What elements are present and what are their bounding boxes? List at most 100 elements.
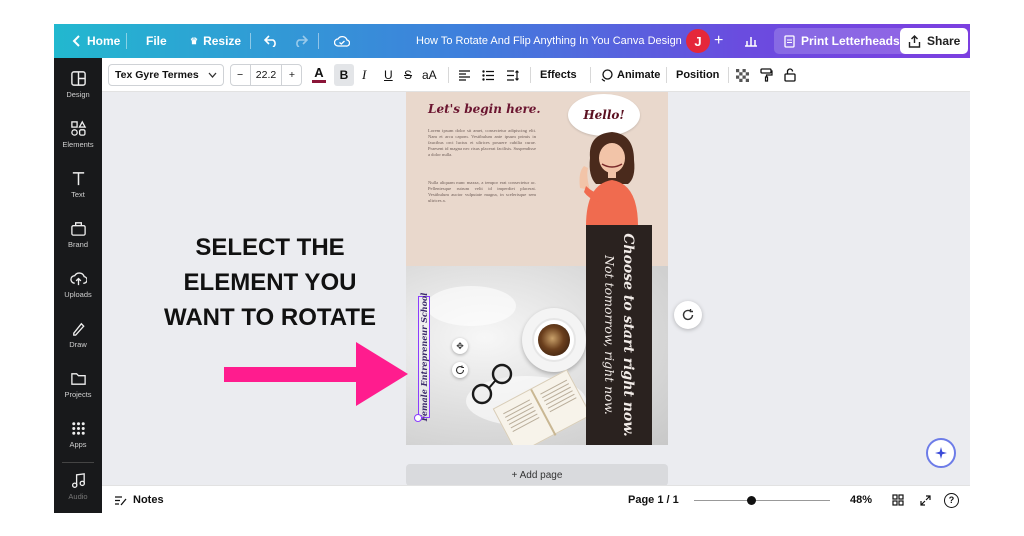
undo-icon <box>264 35 276 47</box>
letter-case-label: aA <box>422 68 437 82</box>
magic-assistant-button[interactable] <box>926 438 956 468</box>
color-swatch <box>312 80 326 83</box>
effects-button[interactable]: Effects <box>540 58 577 92</box>
selected-text-element[interactable]: Female Entrepreneur School <box>418 293 430 421</box>
design-page[interactable]: Let's begin here. Lorem ipsum dolor sit … <box>406 92 668 445</box>
grid-view-icon <box>892 494 904 506</box>
chevron-left-icon <box>72 35 80 47</box>
sidebar-item-audio[interactable]: Audio <box>54 472 102 512</box>
divider <box>250 33 251 49</box>
bold-button[interactable]: B <box>334 64 354 86</box>
rotate-icon <box>455 365 465 375</box>
transparency-button[interactable] <box>736 58 749 92</box>
print-label: Print Letterheads <box>801 34 900 48</box>
position-button[interactable]: Position <box>676 58 719 92</box>
strikethrough-label: S <box>404 68 413 82</box>
heading-text[interactable]: Let's begin here. <box>428 102 541 116</box>
italic-label: I <box>362 67 367 82</box>
font-size-stepper[interactable]: − 22.2 + <box>230 58 302 92</box>
font-size-input[interactable]: 22.2 <box>249 64 283 86</box>
expand-icon <box>920 494 931 506</box>
sidebar-item-label: Design <box>66 90 90 99</box>
underline-label: U <box>384 68 393 82</box>
decrease-size-button[interactable]: − <box>231 69 249 81</box>
divider <box>590 67 591 83</box>
rotate-handle[interactable] <box>452 362 468 378</box>
sidebar-item-projects[interactable]: Projects <box>54 370 102 410</box>
file-menu[interactable]: File <box>146 24 167 58</box>
sidebar-item-brand[interactable]: Brand <box>54 220 102 260</box>
user-avatar[interactable]: J <box>686 24 710 58</box>
sidebar-item-uploads[interactable]: Uploads <box>54 270 102 310</box>
redo-button[interactable] <box>294 24 308 58</box>
animate-button[interactable]: Animate <box>600 58 660 92</box>
coffee-cup <box>522 308 586 372</box>
fullscreen-button[interactable] <box>920 486 931 513</box>
sidebar-item-design[interactable]: Design <box>54 70 102 110</box>
notes-button[interactable]: Notes <box>114 486 164 513</box>
align-button[interactable] <box>458 58 471 92</box>
page-indicator[interactable]: Page 1 / 1 <box>628 486 679 513</box>
spacing-button[interactable] <box>506 58 520 92</box>
cloud-save-status[interactable] <box>334 24 350 58</box>
increase-size-button[interactable]: + <box>283 69 301 81</box>
help-icon: ? <box>944 492 959 508</box>
zoom-value[interactable]: 48% <box>850 486 872 513</box>
sidebar-item-text[interactable]: Text <box>54 170 102 210</box>
move-handle[interactable]: ✥ <box>452 338 468 354</box>
document-title[interactable]: How To Rotate And Flip Anything In You C… <box>416 24 682 58</box>
share-button[interactable]: Share <box>900 24 969 58</box>
list-button[interactable] <box>482 58 495 92</box>
pointer-arrow <box>224 342 408 406</box>
letter-case-button[interactable]: aA <box>422 58 437 92</box>
zoom-slider[interactable] <box>694 486 830 513</box>
grid-view-button[interactable] <box>892 486 904 513</box>
unlock-icon <box>784 68 796 82</box>
font-family-select[interactable]: Tex Gyre Termes <box>108 58 224 92</box>
strikethrough-button[interactable]: S <box>404 58 412 92</box>
instruction-line: SELECT THE <box>195 234 345 261</box>
sparkle-icon <box>935 447 947 459</box>
undo-button[interactable] <box>264 24 278 58</box>
sidebar-item-label: Apps <box>69 440 87 449</box>
zoom-knob[interactable] <box>746 495 756 505</box>
share-icon <box>908 34 921 48</box>
notes-label: Notes <box>133 494 164 506</box>
refresh-design-button[interactable] <box>674 301 702 329</box>
instruction-line: ELEMENT YOU <box>183 269 357 296</box>
left-sidebar: Design Elements Text Brand Uploads Draw … <box>54 58 102 513</box>
folder-icon <box>70 373 86 385</box>
sidebar-item-elements[interactable]: Elements <box>54 120 102 160</box>
resize-handle[interactable] <box>414 414 422 422</box>
divider <box>448 67 449 83</box>
body-paragraph[interactable]: Lorem ipsum dolor sit amet, consectetur … <box>428 128 536 158</box>
sidebar-item-draw[interactable]: Draw <box>54 320 102 360</box>
print-letterheads-button[interactable]: Print Letterheads <box>774 24 910 58</box>
insights-button[interactable] <box>744 24 758 58</box>
copy-style-button[interactable] <box>760 58 773 92</box>
home-button[interactable]: Home <box>72 24 120 58</box>
crown-icon: ♛ <box>190 35 199 46</box>
line-spacing-icon <box>507 69 519 81</box>
plus-icon: + <box>714 32 724 49</box>
quote-panel[interactable]: Choose to start right now. Not tomorrow,… <box>586 225 652 445</box>
speech-bubble-text: Hello! <box>583 108 625 122</box>
text-color-button[interactable]: A <box>312 58 326 92</box>
top-bar: Home File ♛ Resize How To Rotate And Fli… <box>54 24 970 58</box>
underline-button[interactable]: U <box>384 58 393 92</box>
sidebar-item-label: Elements <box>62 140 94 149</box>
shapes-icon <box>70 120 86 136</box>
grid-icon <box>71 422 85 435</box>
resize-button[interactable]: ♛ Resize <box>190 24 241 58</box>
body-paragraph[interactable]: Nulla aliquam nunc mazza, a tempor erat … <box>428 180 536 204</box>
add-page-button[interactable]: + Add page <box>406 464 668 486</box>
lock-button[interactable] <box>784 58 796 92</box>
quote-line-2: Not tomorrow, right now. <box>602 255 617 415</box>
add-collaborator-button[interactable]: + <box>714 24 723 58</box>
quote-text[interactable]: Choose to start right now. Not tomorrow,… <box>602 233 636 437</box>
file-label: File <box>146 34 167 48</box>
sidebar-item-apps[interactable]: Apps <box>54 420 102 460</box>
help-button[interactable]: ? <box>944 486 959 513</box>
woman-illustration[interactable] <box>576 128 648 226</box>
italic-button[interactable]: I <box>362 58 366 92</box>
